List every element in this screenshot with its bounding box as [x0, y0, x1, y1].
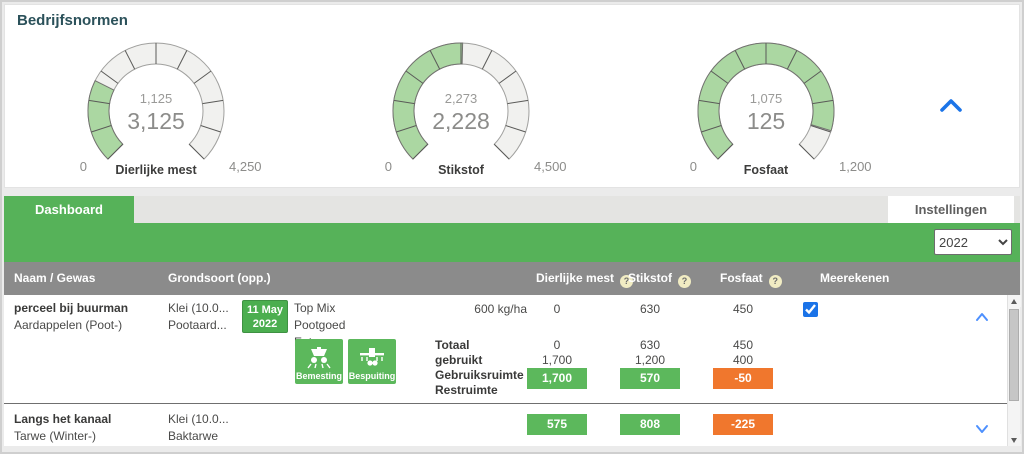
- room-phosphate: 400: [713, 353, 773, 367]
- column-header-dierlijke-mest: Dierlijke mest?: [536, 262, 633, 295]
- bespuiting-button[interactable]: Bespuiting: [348, 339, 396, 384]
- column-header-stikstof: Stikstof?: [628, 262, 691, 295]
- gauge-main-value: 125: [747, 108, 785, 134]
- collapse-gauges-button[interactable]: [939, 97, 963, 113]
- gauge-main-value: 3,125: [127, 108, 185, 134]
- product-item: Top Mix: [294, 301, 372, 318]
- gauge-secondary-value: 1,075: [750, 91, 783, 106]
- sprayer-icon: [359, 347, 385, 369]
- rest-badge-manure: 575: [527, 414, 587, 435]
- tab-dashboard[interactable]: Dashboard: [4, 196, 134, 223]
- vertical-scrollbar[interactable]: [1007, 295, 1020, 446]
- soil-type: Klei (10.0...: [168, 301, 229, 315]
- application-rate: 600 kg/ha: [437, 302, 527, 316]
- table-row-langs-het-kanaal: Langs het kanaal Tarwe (Winter-) Klei (1…: [4, 404, 1007, 446]
- gauge-secondary-value: 2,273: [445, 91, 478, 106]
- parcel-name: perceel bij buurman: [14, 301, 128, 315]
- gauge-label: Dierlijke mest: [41, 163, 271, 177]
- column-header-naam-gewas: Naam / Gewas: [14, 262, 95, 295]
- year-select[interactable]: 2022: [934, 229, 1012, 255]
- tab-instellingen[interactable]: Instellingen: [888, 196, 1014, 223]
- gauge-main-value: 2,228: [432, 108, 490, 134]
- rest-badge-phosphate: -50: [713, 368, 773, 389]
- room-nitrogen: 1,200: [620, 353, 680, 367]
- rest-badge-nitrogen: 808: [620, 414, 680, 435]
- summary-labels: Totaal gebruikt Gebruiksruimte Restruimt…: [435, 338, 507, 398]
- chevron-up-icon: [939, 97, 963, 113]
- used-manure: 0: [527, 338, 587, 352]
- chevron-down-icon: [975, 424, 989, 434]
- rest-badge-nitrogen: 570: [620, 368, 680, 389]
- filter-band: 2022: [4, 223, 1020, 262]
- table-body: perceel bij buurman Aardappelen (Poot-) …: [4, 295, 1020, 446]
- tab-bar: Dashboard Instellingen: [4, 196, 1020, 223]
- triangle-down-icon: [1011, 438, 1017, 443]
- fertilizer-spreader-icon: [306, 347, 332, 369]
- rest-badge-manure: 1,700: [527, 368, 587, 389]
- gauge-dierlijke-mest: 1,1253,12504,250 Dierlijke mest: [41, 35, 271, 187]
- scrollbar-thumb[interactable]: [1009, 309, 1019, 401]
- gauge-label: Stikstof: [346, 163, 576, 177]
- bedrijfsnormen-page: Bedrijfsnormen 1,1253,12504,250 Dierlijk…: [0, 0, 1024, 454]
- soil-variety: Baktarwe: [168, 429, 218, 443]
- table-header: Naam / Gewas Grondsoort (opp.) Dierlijke…: [4, 262, 1020, 295]
- column-header-meerekenen: Meerekenen: [820, 262, 889, 295]
- column-header-grondsoort: Grondsoort (opp.): [168, 262, 271, 295]
- used-nitrogen: 630: [620, 338, 680, 352]
- scroll-up-button[interactable]: [1008, 295, 1021, 307]
- chevron-up-icon: [975, 312, 989, 322]
- gauge-fosfaat: 1,07512501,200 Fosfaat: [651, 35, 881, 187]
- gauges-row: 1,1253,12504,250 Dierlijke mest 2,2732,2…: [41, 35, 881, 187]
- soil-type: Klei (10.0...: [168, 412, 229, 426]
- gauge-chart-fosfaat: 1,07512501,200: [651, 35, 881, 175]
- gauge-stikstof: 2,2732,22804,500 Stikstof: [346, 35, 576, 187]
- nitrogen-value: 630: [620, 302, 680, 316]
- bemesting-button[interactable]: Bemesting: [295, 339, 343, 384]
- gauges-card: Bedrijfsnormen 1,1253,12504,250 Dierlijk…: [4, 4, 1020, 188]
- gauge-label: Fosfaat: [651, 163, 881, 177]
- scroll-down-button[interactable]: [1008, 434, 1021, 446]
- gauge-chart-dierlijke-mest: 1,1253,12504,250: [41, 35, 271, 175]
- crop-name: Aardappelen (Poot-): [14, 318, 122, 332]
- gauge-secondary-value: 1,125: [140, 91, 173, 106]
- rest-badge-phosphate: -225: [713, 414, 773, 435]
- used-phosphate: 450: [713, 338, 773, 352]
- soil-variety: Pootaard...: [168, 318, 227, 332]
- expand-row-button[interactable]: [975, 421, 989, 431]
- collapse-row-button[interactable]: [975, 309, 989, 319]
- include-checkbox[interactable]: [803, 302, 818, 317]
- triangle-up-icon: [1011, 299, 1017, 304]
- parcel-name: Langs het kanaal: [14, 412, 111, 426]
- help-icon[interactable]: ?: [678, 275, 691, 288]
- phosphate-value: 450: [713, 302, 773, 316]
- gauge-chart-stikstof: 2,2732,22804,500: [346, 35, 576, 175]
- product-item: Pootgoed: [294, 318, 372, 335]
- column-header-fosfaat: Fosfaat?: [720, 262, 782, 295]
- page-title: Bedrijfsnormen: [17, 12, 128, 29]
- crop-name: Tarwe (Winter-): [14, 429, 96, 443]
- help-icon[interactable]: ?: [769, 275, 782, 288]
- room-manure: 1,700: [527, 353, 587, 367]
- date-badge: 11 May 2022: [242, 300, 288, 333]
- manure-value: 0: [527, 302, 587, 316]
